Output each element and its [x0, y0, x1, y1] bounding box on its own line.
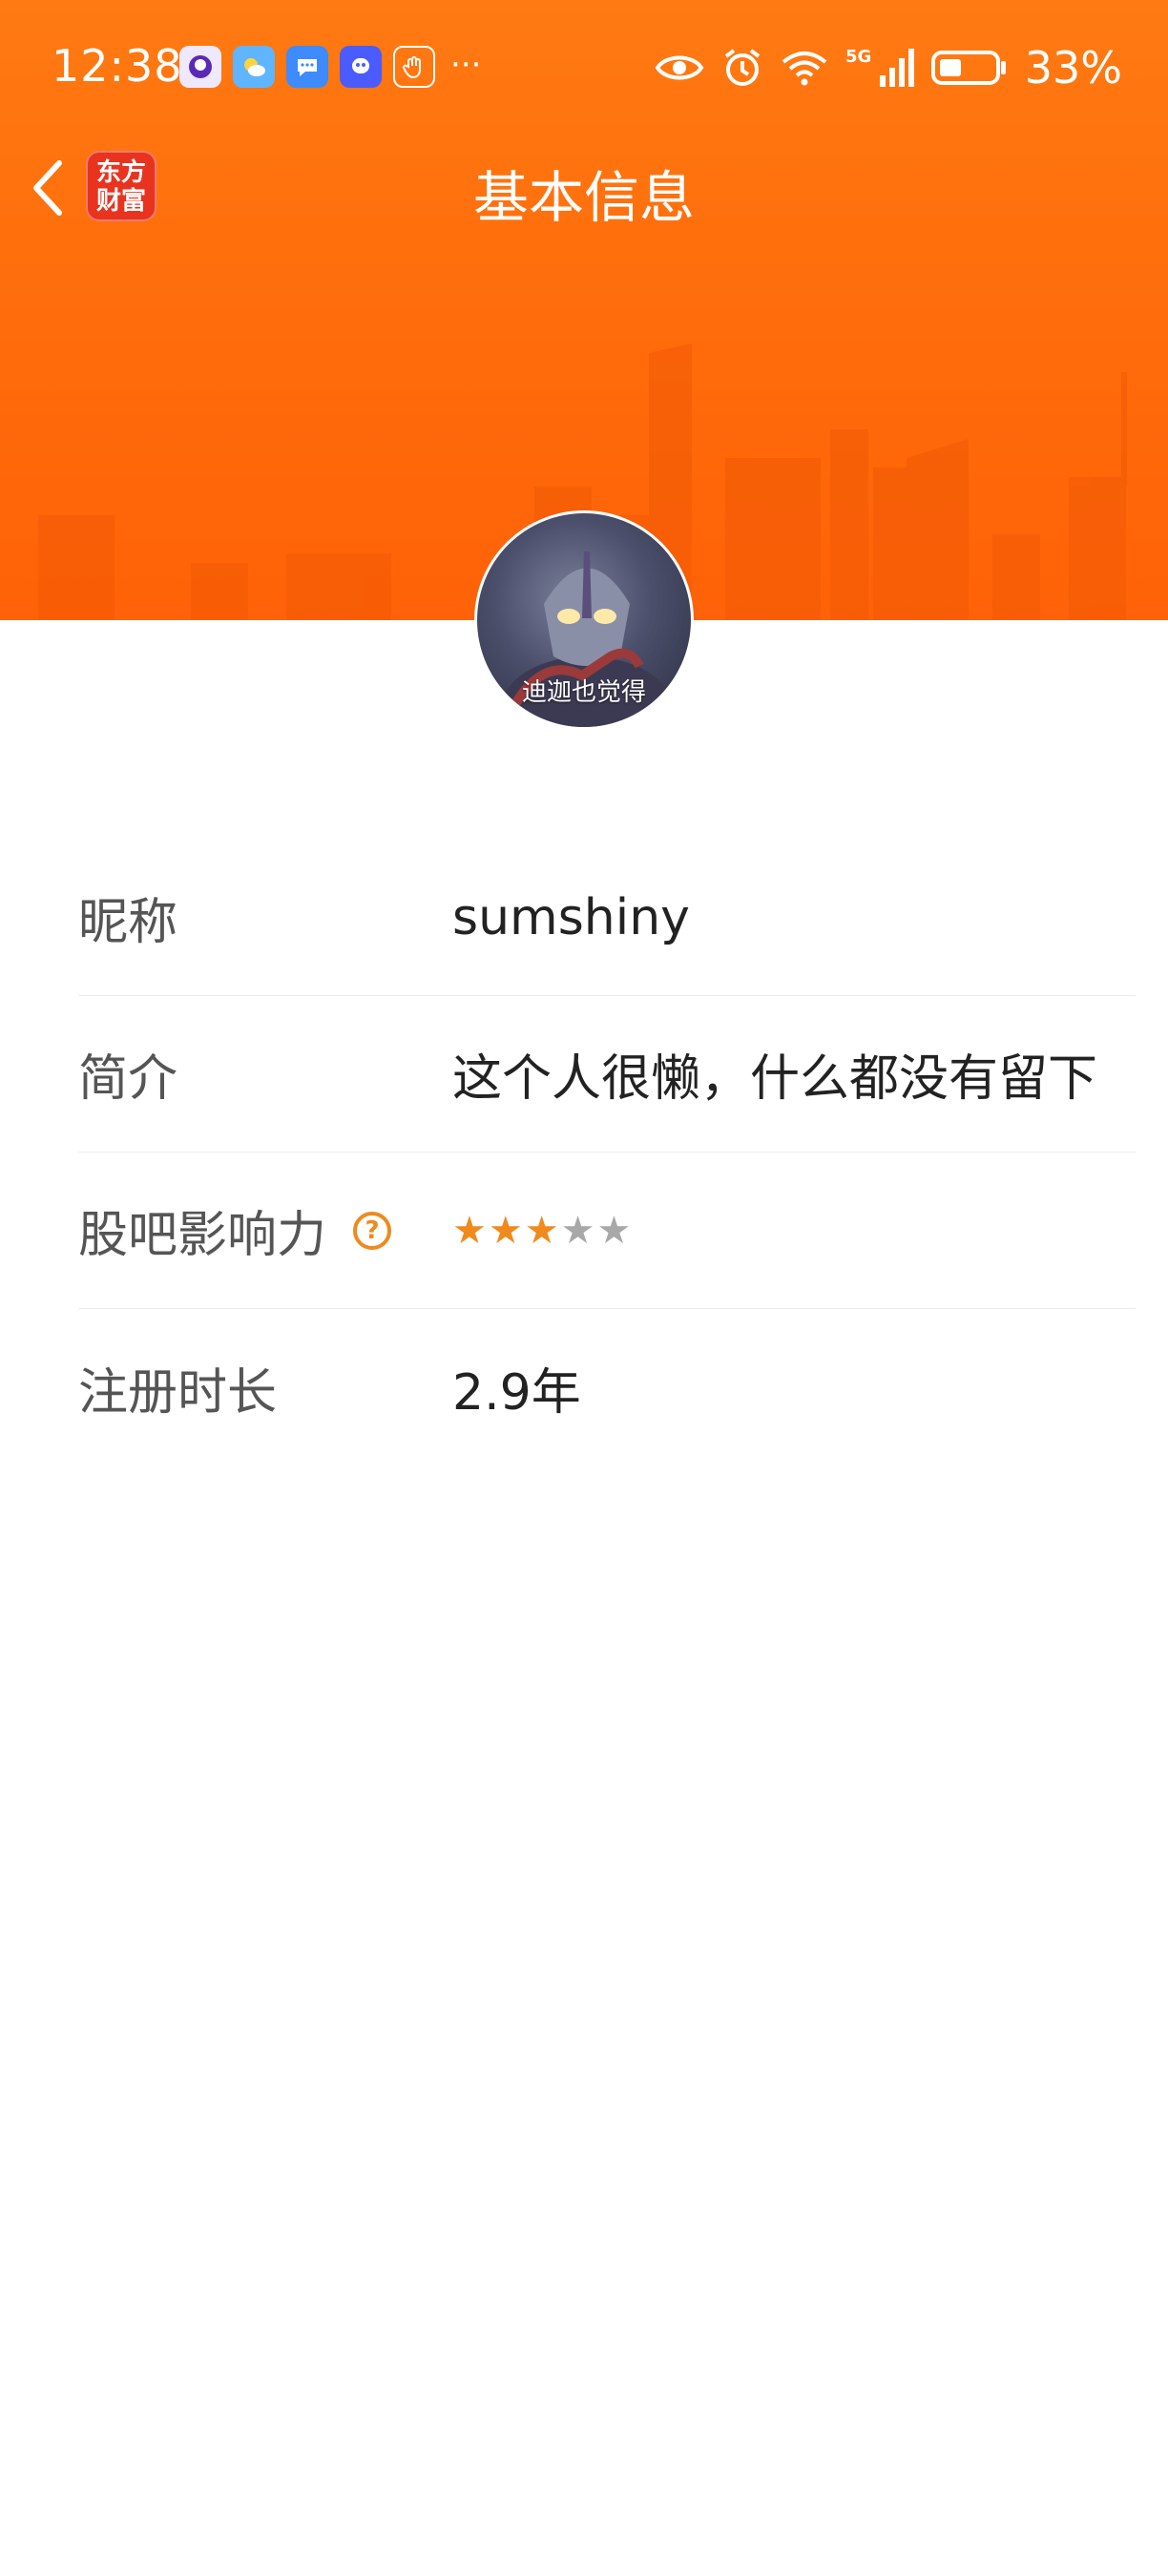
hand-icon [393, 46, 435, 88]
registration-value: 2.9年 [452, 1363, 581, 1422]
bio-value: 这个人很懒，什么都没有留下 [452, 1050, 1098, 1108]
message-icon [286, 46, 328, 88]
app-notification-icon [179, 46, 221, 88]
nickname-value: sumshiny [452, 888, 690, 946]
help-icon[interactable]: ? [353, 1211, 392, 1250]
battery-percentage: 33% [1024, 42, 1122, 93]
weather-icon [233, 46, 275, 88]
more-notifications-icon: ··· [450, 46, 482, 84]
alarm-icon [724, 49, 760, 86]
profile-info-list: 昵称 sumshiny 简介 这个人很懒，什么都没有留下 股吧影响力 ? ★ ★ ★… [78, 840, 1136, 1465]
battery-icon [930, 51, 1006, 85]
influence-label: 股吧影响力 [78, 1207, 327, 1264]
status-bar: 12:38 ··· 5G 33% [0, 0, 1168, 134]
nickname-label: 昵称 [78, 894, 178, 951]
avatar-caption: 迪迦也觉得 [521, 678, 646, 707]
nickname-row: 昵称 sumshiny [78, 840, 1136, 996]
registration-row: 注册时长 2.9年 [78, 1309, 1136, 1465]
page-title: 基本信息 [472, 165, 695, 230]
notification-icons: ··· [179, 46, 481, 88]
star-filled-icon: ★ [488, 1208, 523, 1253]
influence-stars: ★ ★ ★ ★ ★ [452, 1212, 631, 1250]
navigation-bar: 东方 财富 基本信息 [0, 134, 1168, 239]
star-filled-icon: ★ [452, 1208, 487, 1253]
status-time: 12:38 [52, 40, 183, 92]
bio-row: 简介 这个人很懒，什么都没有留下 [78, 996, 1136, 1153]
eye-icon [655, 55, 704, 80]
signal-5g-icon: 5G [845, 47, 914, 87]
bio-label: 简介 [78, 1050, 178, 1108]
avatar[interactable]: 迪迦也觉得 [474, 510, 694, 730]
star-filled-icon: ★ [524, 1208, 559, 1253]
star-empty-icon: ★ [596, 1208, 632, 1253]
qq-icon [340, 46, 382, 88]
status-indicators: 5G 33% [655, 42, 1122, 93]
network-type-label: 5G [845, 47, 871, 67]
star-empty-icon: ★ [560, 1208, 595, 1253]
influence-label-wrap: 股吧影响力 ? [78, 1195, 452, 1266]
influence-row: 股吧影响力 ? ★ ★ ★ ★ ★ [78, 1153, 1136, 1309]
registration-label: 注册时长 [78, 1363, 278, 1422]
wifi-icon [782, 52, 827, 86]
